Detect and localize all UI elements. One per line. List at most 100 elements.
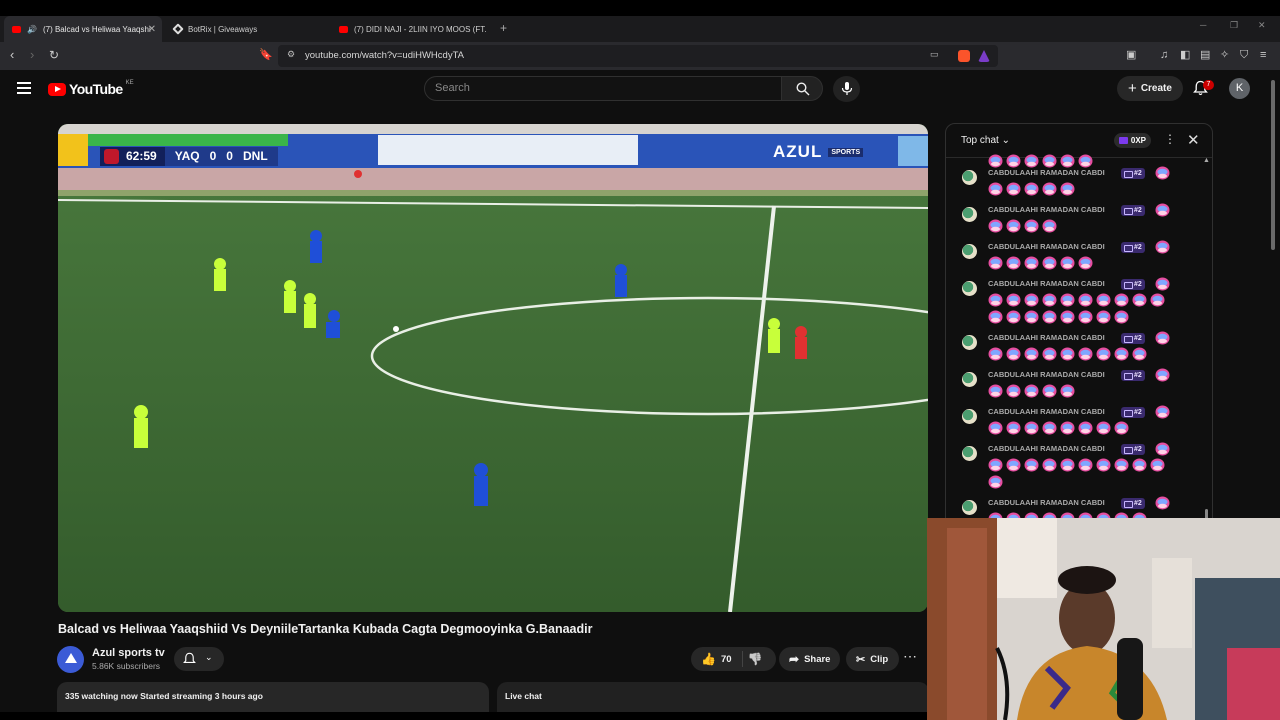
site-info-icon[interactable]: ⚙ [287, 49, 295, 60]
emote-icon [1150, 293, 1165, 307]
top-chat-dropdown[interactable]: Top chat ⌄ [961, 135, 1010, 146]
subscription-button[interactable]: ⌄ [174, 647, 224, 671]
author-name[interactable]: CABDULAAHI RAMADAN CABDI [988, 333, 1105, 342]
emote-icon [1060, 421, 1075, 435]
author-name[interactable]: CABDULAAHI RAMADAN CABDI [988, 444, 1105, 453]
emote-icon [1006, 458, 1021, 472]
close-window-icon[interactable]: ✕ [1258, 20, 1266, 31]
forward-icon[interactable]: › [30, 48, 34, 62]
leo-ai-icon[interactable]: ✧ [1220, 48, 1229, 62]
youtube-favicon-icon [12, 25, 21, 33]
new-tab-icon[interactable]: + [500, 21, 507, 35]
back-icon[interactable]: ‹ [10, 48, 14, 62]
author-avatar[interactable] [962, 207, 977, 222]
author-name[interactable]: CABDULAAHI RAMADAN CABDI [988, 242, 1105, 251]
description-card[interactable]: 335 watching now Started streaming 3 hou… [57, 682, 489, 712]
page-scrollbar[interactable] [1271, 80, 1275, 250]
message-emotes [988, 182, 1178, 196]
cast-icon[interactable]: ▭ [930, 49, 939, 60]
youtube-logo[interactable]: YouTube KE [48, 80, 134, 97]
logo-text: YouTube [69, 81, 123, 97]
tab-balcad[interactable]: 🔊 (7) Balcad vs Heliwaa Yaaqshi ✕ [4, 16, 162, 42]
account-avatar[interactable]: K [1229, 78, 1250, 99]
author-name[interactable]: CABDULAAHI RAMADAN CABDI [988, 205, 1105, 214]
minimize-icon[interactable]: ─ [1200, 20, 1206, 30]
emote-icon [1024, 458, 1039, 472]
chat-options-icon[interactable]: ⋮ [1164, 132, 1176, 146]
author-avatar[interactable] [962, 446, 977, 461]
search-box[interactable] [424, 76, 782, 101]
emote-icon [1114, 458, 1129, 472]
league-crest-icon [104, 149, 119, 164]
brave-rewards-icon[interactable] [978, 50, 990, 62]
speaker-icon[interactable]: 🔊 [27, 25, 37, 34]
video-player[interactable]: 62:59 YAQ 0 0 DNL AZUL SPORTS [58, 124, 928, 612]
tab-botrix[interactable]: BotRix | Giveaways [166, 16, 326, 42]
emote-icon [1078, 293, 1093, 307]
live-chat-card[interactable]: Live chat [497, 682, 929, 712]
sidebar-panel-icon[interactable]: ▣ [1126, 48, 1136, 62]
share-button[interactable]: ➦ Share [779, 647, 840, 671]
search-button[interactable] [781, 76, 823, 101]
chat-messages: CABDULAAHI RAMADAN CABDI #2 CABDULAAHI RAM… [946, 154, 1212, 522]
message-emotes [988, 384, 1178, 398]
reader-icon[interactable]: ◧ [1180, 48, 1190, 62]
wallet-icon[interactable]: ▤ [1200, 48, 1210, 62]
emote-icon [1132, 347, 1147, 361]
webcam-feed [927, 518, 1280, 720]
streamer-webcam [927, 518, 1280, 720]
emote-icon [988, 421, 1003, 435]
emote-icon [1150, 458, 1165, 472]
like-button[interactable]: 👍 70 👎 [691, 647, 776, 671]
author-name[interactable]: CABDULAAHI RAMADAN CABDI [988, 498, 1105, 507]
author-avatar[interactable] [962, 500, 977, 515]
xp-badge[interactable]: 0XP [1114, 133, 1151, 148]
message-emotes [988, 293, 1178, 324]
menu-icon[interactable]: ≡ [1260, 48, 1266, 62]
emote-icon [1060, 458, 1075, 472]
channel-name[interactable]: Azul sports tv [92, 647, 165, 659]
voice-search-button[interactable] [833, 76, 860, 102]
tab-didi-naji[interactable]: (7) DIDI NAJI - 2LIIN IYO MOOS (FT. [331, 16, 491, 42]
bookmark-icon[interactable]: 🔖 [259, 48, 273, 62]
author-name[interactable]: CABDULAAHI RAMADAN CABDI [988, 407, 1105, 416]
close-tab-icon[interactable]: ✕ [148, 24, 156, 35]
author-name[interactable]: CABDULAAHI RAMADAN CABDI [988, 370, 1105, 379]
emote-icon [1042, 182, 1057, 196]
botrix-favicon-icon [172, 23, 184, 35]
author-avatar[interactable] [962, 244, 977, 259]
author-avatar[interactable] [962, 372, 977, 387]
author-avatar[interactable] [962, 409, 977, 424]
emote-icon [1078, 154, 1093, 168]
dislike-button[interactable]: 👎 [748, 652, 763, 666]
emote-icon [1060, 384, 1075, 398]
emote-icon [988, 219, 1003, 233]
emote-icon [1042, 256, 1057, 270]
message-emotes [988, 219, 1178, 233]
clip-button[interactable]: ✂ Clip [846, 647, 899, 671]
scroll-up-icon[interactable]: ▲ [1203, 157, 1210, 164]
maximize-icon[interactable]: ❐ [1230, 20, 1238, 31]
live-chat-panel: Top chat ⌄ 0XP ⋮ ✕ CABDULAAHI RAMADAN CA… [945, 123, 1213, 523]
emote-icon [1024, 421, 1039, 435]
create-button[interactable]: + Create [1117, 76, 1183, 101]
author-avatar[interactable] [962, 170, 977, 185]
media-icon[interactable]: ♫ [1160, 48, 1168, 62]
guide-menu-icon[interactable] [17, 82, 31, 94]
close-chat-icon[interactable]: ✕ [1187, 131, 1200, 149]
emote-icon [1096, 458, 1111, 472]
author-avatar[interactable] [962, 281, 977, 296]
emote-icon [988, 384, 1003, 398]
live-chat-label: Live chat [505, 691, 542, 701]
chat-header: Top chat ⌄ 0XP ⋮ ✕ [946, 124, 1212, 158]
search-input[interactable] [435, 82, 765, 94]
author-name[interactable]: CABDULAAHI RAMADAN CABDI [988, 168, 1105, 177]
more-actions-icon[interactable]: ⋯ [903, 648, 918, 665]
address-bar[interactable]: ⚙ youtube.com/watch?v=udiHWHcdyTA ▭ [278, 45, 998, 67]
reload-icon[interactable]: ↻ [49, 48, 59, 62]
brave-shield-icon[interactable] [958, 50, 970, 62]
channel-avatar[interactable] [57, 646, 84, 673]
author-name[interactable]: CABDULAAHI RAMADAN CABDI [988, 279, 1105, 288]
author-avatar[interactable] [962, 335, 977, 350]
vpn-icon[interactable]: ⛉ [1240, 48, 1248, 62]
